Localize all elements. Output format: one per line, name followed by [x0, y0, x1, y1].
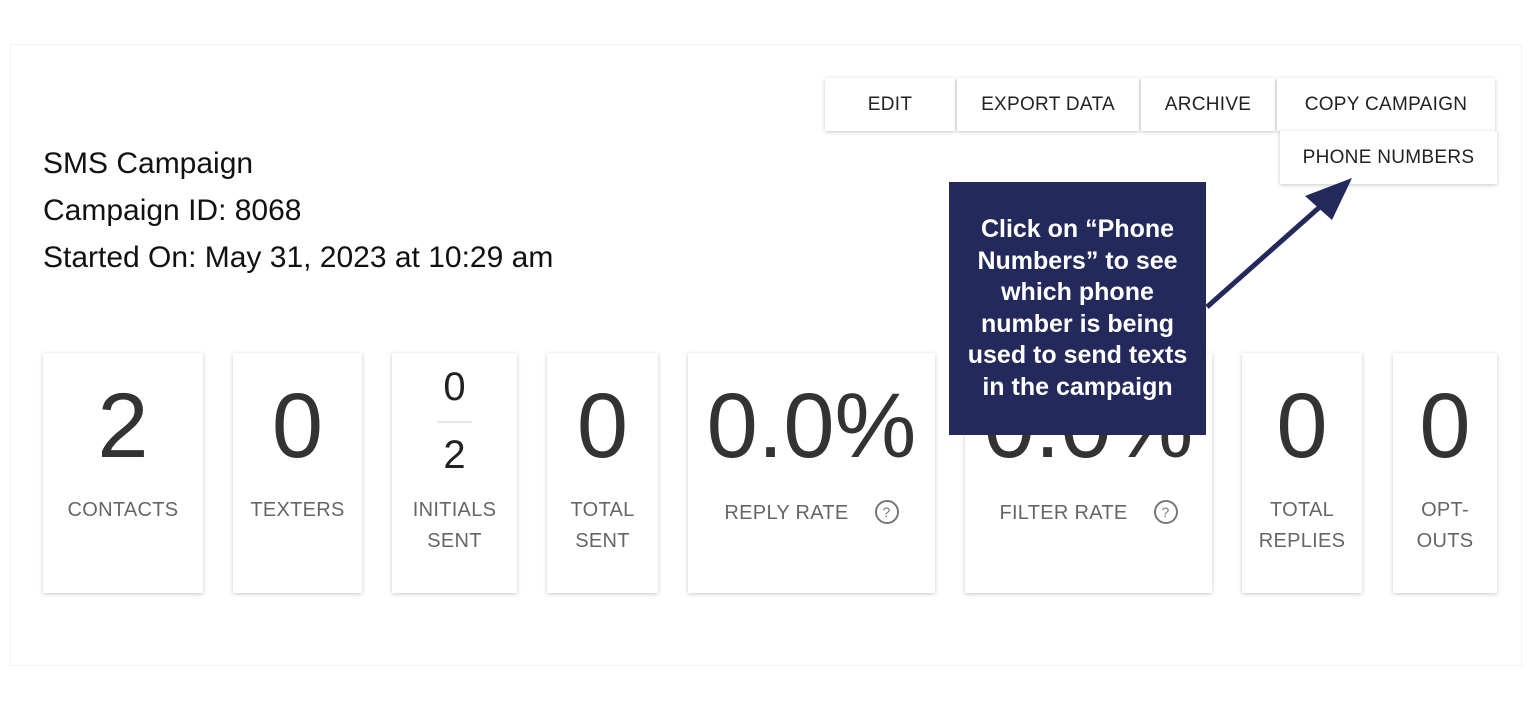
arrow-shaft [1205, 203, 1324, 309]
callout-arrow-icon [1205, 178, 1352, 309]
